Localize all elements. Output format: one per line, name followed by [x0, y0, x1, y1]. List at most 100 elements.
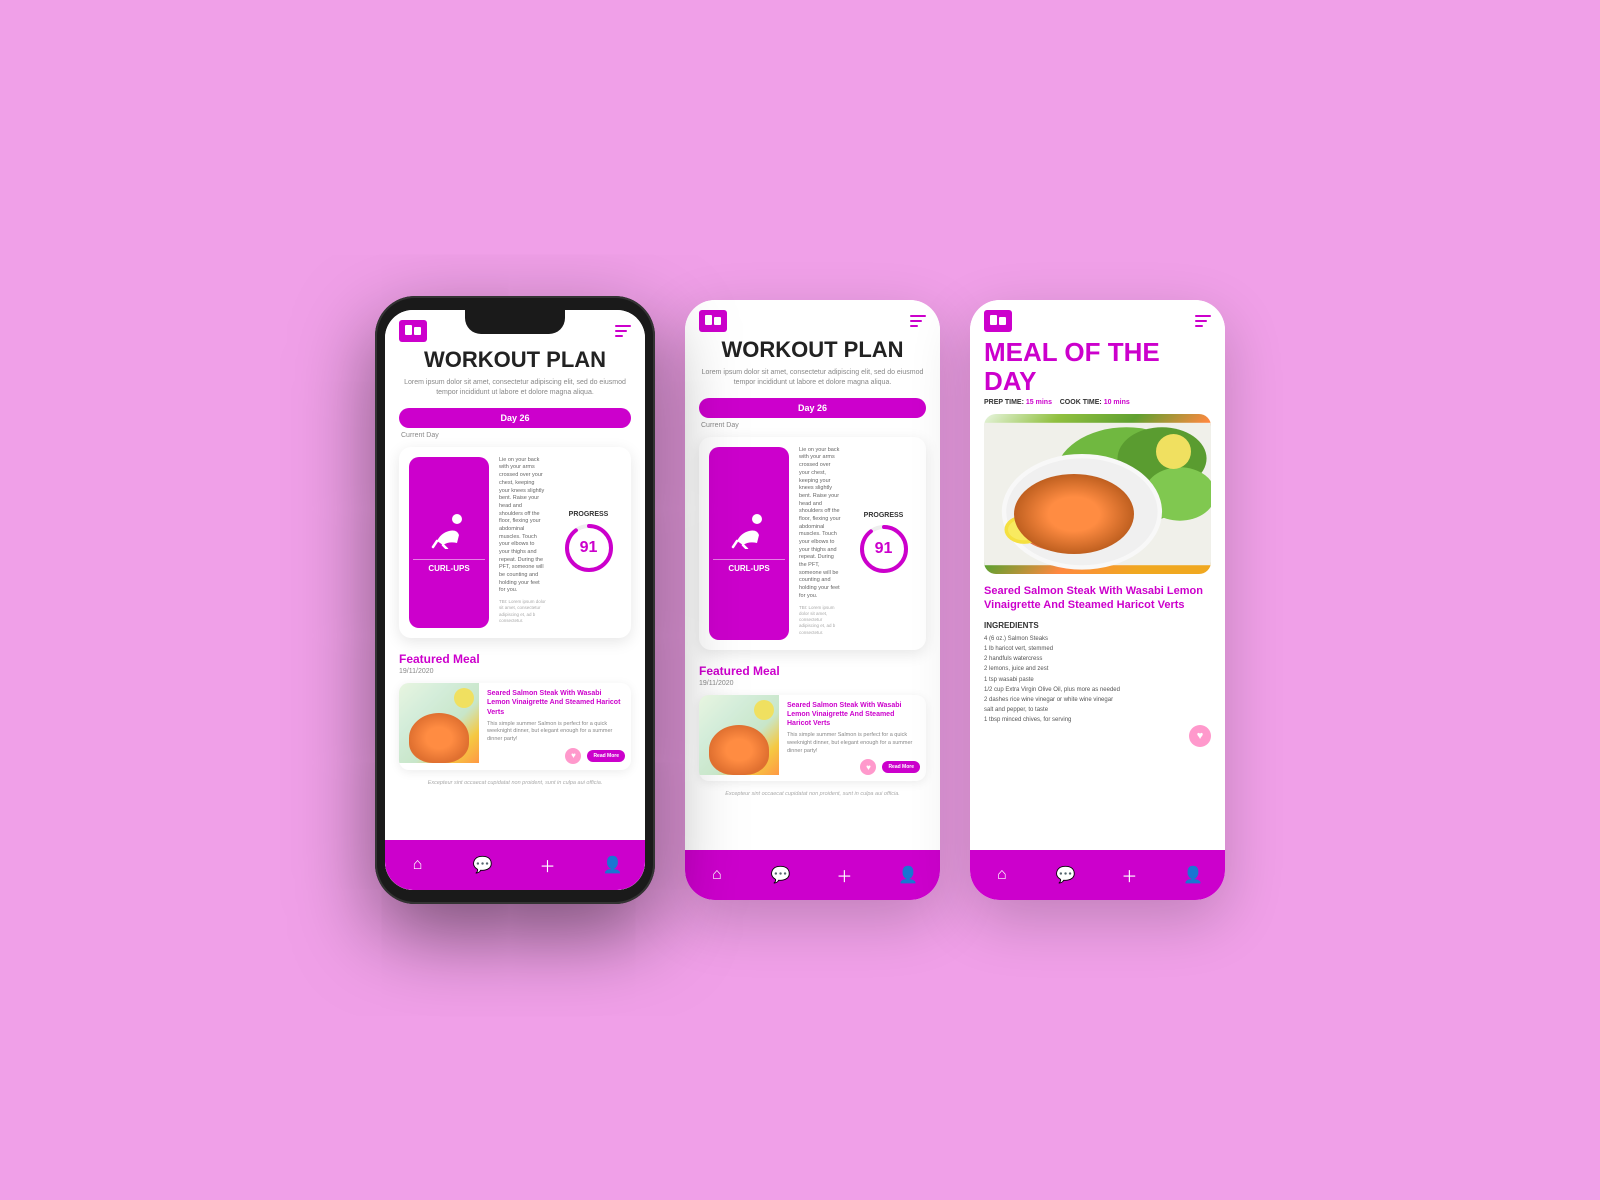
- prep-time-label: PREP TIME:: [984, 399, 1024, 406]
- nav-chat-2[interactable]: 💬: [766, 860, 796, 890]
- nav-home-3[interactable]: ⌂: [987, 860, 1017, 890]
- logo-box-3: [984, 310, 1012, 332]
- read-more-btn-1[interactable]: Read More: [587, 750, 625, 762]
- ingredient-item: 1 tbsp minced chives, for serving: [984, 715, 1211, 725]
- nav-profile-2[interactable]: 👤: [893, 860, 923, 890]
- progress-number-1: 91: [580, 539, 598, 557]
- bottom-nav-3: ⌂ 💬 ＋ 👤: [970, 850, 1225, 900]
- nav-chat-3[interactable]: 💬: [1051, 860, 1081, 890]
- hamburger-icon-3[interactable]: [1195, 315, 1211, 327]
- bottom-nav-1: ⌂ 💬 ＋ 👤: [385, 840, 645, 890]
- featured-meal-date-1: 19/11/2020: [399, 668, 631, 675]
- cook-time-label: COOK TIME:: [1060, 399, 1102, 406]
- meal-card-2: Seared Salmon Steak With Wasabi Lemon Vi…: [699, 695, 926, 781]
- meal-name-1: Seared Salmon Steak With Wasabi Lemon Vi…: [487, 689, 625, 716]
- progress-circle-2: 91: [858, 523, 910, 575]
- ingredients-title: INGREDIENTS: [984, 621, 1211, 630]
- ingredient-item: 4 (6 oz.) Salmon Steaks: [984, 634, 1211, 644]
- logo-1: [399, 320, 427, 342]
- ingredient-item: 1 tsp wasabi paste: [984, 675, 1211, 685]
- meal-actions-2: ♥ Read More: [787, 759, 920, 775]
- progress-box-2: PROGRESS 91: [851, 447, 916, 640]
- meal-actions-1: ♥ Read More: [487, 748, 625, 764]
- logo-box-2: [699, 310, 727, 332]
- exercise-icon-1: CURL-UPS: [409, 457, 489, 629]
- nav-home-1[interactable]: ⌂: [403, 850, 433, 880]
- day-bar-2: Day 26: [699, 398, 926, 418]
- app-content-3: MEAL OF THE DAY PREP TIME: 15 mins COOK …: [970, 338, 1225, 850]
- bottom-nav-2: ⌂ 💬 ＋ 👤: [685, 850, 940, 900]
- meal-meta: PREP TIME: 15 mins COOK TIME: 10 mins: [984, 399, 1211, 406]
- logo-2: [699, 310, 727, 332]
- nav-profile-1[interactable]: 👤: [598, 850, 628, 880]
- workout-title-1: WORKOUT PLAN: [399, 348, 631, 372]
- meal-image-1: [399, 683, 479, 763]
- nav-profile-3[interactable]: 👤: [1178, 860, 1208, 890]
- scene: WORKOUT PLAN Lorem ipsum dolor sit amet,…: [375, 296, 1225, 904]
- exercise-card-1: CURL-UPS Lie on your back with your arms…: [399, 447, 631, 639]
- featured-meal-2: Featured Meal 19/11/2020 Seared Salmon S…: [699, 664, 926, 781]
- hamburger-icon-1[interactable]: [615, 325, 631, 337]
- nav-add-3[interactable]: ＋: [1114, 860, 1144, 890]
- app-header-3: [970, 300, 1225, 338]
- app-screen-2: WORKOUT PLAN Lorem ipsum dolor sit amet,…: [685, 300, 940, 900]
- ingredient-item: 1/2 cup Extra Virgin Olive Oil, plus mor…: [984, 685, 1211, 695]
- ingredient-item: 2 handfuls watercress: [984, 654, 1211, 664]
- workout-subtitle-1: Lorem ipsum dolor sit amet, consectetur …: [399, 378, 631, 398]
- meal-card-1: Seared Salmon Steak With Wasabi Lemon Vi…: [399, 683, 631, 769]
- ingredient-item: 1 lb haricot vert, stemmed: [984, 644, 1211, 654]
- app-content-2: WORKOUT PLAN Lorem ipsum dolor sit amet,…: [685, 338, 940, 850]
- phone-3-meal: MEAL OF THE DAY PREP TIME: 15 mins COOK …: [970, 300, 1225, 900]
- meal-info-2: Seared Salmon Steak With Wasabi Lemon Vi…: [787, 695, 926, 781]
- app-content-1: WORKOUT PLAN Lorem ipsum dolor sit amet,…: [385, 348, 645, 840]
- featured-meal-title-2: Featured Meal: [699, 664, 926, 678]
- exercise-desc-2: Lie on your back with your arms crossed …: [799, 447, 841, 640]
- ingredient-item: 2 dashes rice wine vinegar or white wine…: [984, 695, 1211, 705]
- hamburger-icon-2[interactable]: [910, 315, 926, 327]
- exercise-card-2: CURL-UPS Lie on your back with your arms…: [699, 437, 926, 650]
- ingredient-item: salt and pepper, to taste: [984, 705, 1211, 715]
- exercise-figure-1: [429, 513, 469, 555]
- logo-3: [984, 310, 1012, 332]
- progress-label-1: PROGRESS: [569, 511, 609, 518]
- nav-add-2[interactable]: ＋: [829, 860, 859, 890]
- exercise-name-1: CURL-UPS: [413, 559, 485, 573]
- progress-circle-1: 91: [563, 522, 615, 574]
- meal-image-inner-2: [699, 695, 779, 775]
- meal-name-2: Seared Salmon Steak With Wasabi Lemon Vi…: [787, 701, 920, 728]
- nav-add-1[interactable]: ＋: [533, 850, 563, 880]
- phone-1-device: WORKOUT PLAN Lorem ipsum dolor sit amet,…: [375, 296, 655, 904]
- heart-btn-large[interactable]: ♥: [1189, 725, 1211, 747]
- exercise-name-2: CURL-UPS: [713, 559, 785, 573]
- device-screen: WORKOUT PLAN Lorem ipsum dolor sit amet,…: [385, 310, 645, 890]
- meal-hero-image: [984, 414, 1211, 574]
- progress-number-2: 91: [875, 540, 893, 558]
- heart-btn-2[interactable]: ♥: [860, 759, 876, 775]
- footer-text-2: Excepteur sint occaecat cupidatat non pr…: [699, 791, 926, 797]
- meal-page-title: MEAL OF THE DAY: [984, 338, 1211, 395]
- exercise-icon-2: CURL-UPS: [709, 447, 789, 640]
- featured-meal-date-2: 19/11/2020: [699, 680, 926, 687]
- app-screen-3: MEAL OF THE DAY PREP TIME: 15 mins COOK …: [970, 300, 1225, 900]
- logo-box-1: [399, 320, 427, 342]
- app-screen-1: WORKOUT PLAN Lorem ipsum dolor sit amet,…: [385, 310, 645, 890]
- featured-meal-title-1: Featured Meal: [399, 652, 631, 666]
- meal-image-inner-1: [399, 683, 479, 763]
- workout-subtitle-2: Lorem ipsum dolor sit amet, consectetur …: [699, 368, 926, 388]
- exercise-figure-2: [729, 513, 769, 555]
- ingredients-list: 4 (6 oz.) Salmon Steaks1 lb haricot vert…: [984, 634, 1211, 726]
- nav-home-2[interactable]: ⌂: [702, 860, 732, 890]
- heart-btn-1[interactable]: ♥: [565, 748, 581, 764]
- phone-2-flat: WORKOUT PLAN Lorem ipsum dolor sit amet,…: [685, 300, 940, 900]
- progress-box-1: PROGRESS 91: [556, 457, 621, 629]
- nav-chat-1[interactable]: 💬: [468, 850, 498, 880]
- footer-text-1: Excepteur sint occaecat cupidatat non pr…: [399, 780, 631, 786]
- progress-label-2: PROGRESS: [864, 512, 904, 519]
- prep-time-value: 15 mins: [1026, 399, 1052, 406]
- read-more-btn-2[interactable]: Read More: [882, 761, 920, 773]
- app-header-2: [685, 300, 940, 338]
- current-day-2: Current Day: [699, 422, 926, 429]
- meal-name-large: Seared Salmon Steak With Wasabi Lemon Vi…: [984, 584, 1211, 613]
- exercise-desc-1: Lie on your back with your arms crossed …: [499, 457, 546, 629]
- meal-desc-1: This simple summer Salmon is perfect for…: [487, 721, 625, 744]
